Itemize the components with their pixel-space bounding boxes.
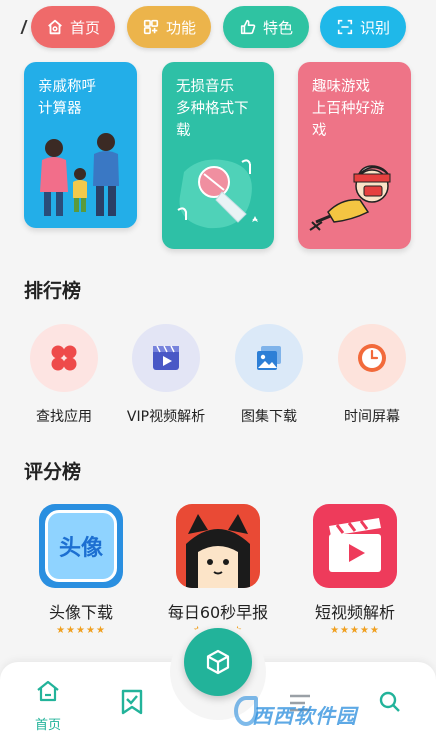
top-nav-scan-button[interactable]: 识别 xyxy=(320,6,406,48)
top-nav-scan-label: 识别 xyxy=(359,18,390,37)
avatar-download-icon-text: 头像 xyxy=(58,536,103,561)
bottom-nav-home-label: 首页 xyxy=(34,718,61,733)
card-relative-calculator[interactable]: 亲戚称呼 计算器 xyxy=(24,62,137,228)
top-nav-feature-label: 特色 xyxy=(262,18,293,37)
rank-label: 图集下载 xyxy=(241,409,297,425)
card-fun-games[interactable]: 趣味游戏 上百种好游 戏 xyxy=(298,62,411,249)
rating-stars: ★★★★★ xyxy=(56,625,106,636)
card-lossless-music[interactable]: 无损音乐 多种格式下 载 xyxy=(162,62,274,249)
rank-item-gallery-download[interactable]: 图集下载 xyxy=(219,324,319,426)
rating-app-daily-news[interactable]: 每日60秒早报 ★★★★★ xyxy=(163,504,273,636)
bottom-nav-home[interactable]: 首页 xyxy=(28,678,68,733)
card-text: 趣味游戏 上百种好游 戏 xyxy=(312,79,385,139)
top-nav-home-label: 首页 xyxy=(69,18,100,37)
rating-app-short-video[interactable]: 短视频解析 ★★★★★ xyxy=(300,504,410,636)
avatar-download-app-icon: 头像 xyxy=(39,504,123,588)
bookmark-check-icon xyxy=(121,689,143,715)
ranking-title: 排行榜 xyxy=(24,280,82,302)
cube-icon xyxy=(206,649,230,675)
home-icon xyxy=(48,19,62,35)
app-name: 头像下载 xyxy=(48,603,113,622)
rating-title: 评分榜 xyxy=(24,461,82,483)
rating-app-avatar-download[interactable]: 头像 头像下载 ★★★★★ xyxy=(26,504,136,636)
rating-stars: ★★★★★ xyxy=(330,625,380,636)
bottom-nav-bookmark[interactable] xyxy=(118,688,146,720)
grid-icon xyxy=(143,19,159,35)
daily-news-app-icon xyxy=(176,504,260,588)
bottom-nav-search[interactable] xyxy=(378,690,402,718)
clover-icon xyxy=(30,324,98,392)
top-nav-function-label: 功能 xyxy=(165,18,196,37)
thumbs-up-icon xyxy=(240,19,256,35)
search-icon xyxy=(379,691,400,712)
top-nav-home-button[interactable]: 首页 xyxy=(31,6,115,48)
home-icon xyxy=(37,680,59,702)
short-video-app-icon xyxy=(313,504,397,588)
gallery-icon xyxy=(235,324,303,392)
rank-item-vip-video[interactable]: VIP视频解析 xyxy=(116,324,216,426)
video-play-icon xyxy=(132,324,200,392)
rank-item-find-app[interactable]: 查找应用 xyxy=(14,324,114,426)
rank-label: VIP视频解析 xyxy=(126,409,206,425)
card-text: 无损音乐 多种格式下 载 xyxy=(176,79,249,139)
card-text: 亲戚称呼 计算器 xyxy=(38,79,96,117)
app-name: 每日60秒早报 xyxy=(167,603,269,622)
rank-item-time-screen[interactable]: 时间屏幕 xyxy=(322,324,422,426)
rank-label: 时间屏幕 xyxy=(344,409,400,425)
clock-icon xyxy=(338,324,406,392)
center-cube-button[interactable] xyxy=(184,628,252,696)
top-nav: 首页 功能 特色 识别 xyxy=(0,0,436,56)
watermark-text: 西西软件园 xyxy=(252,704,357,728)
app-name: 短视频解析 xyxy=(314,603,395,622)
top-nav-function-button[interactable]: 功能 xyxy=(127,6,211,48)
rank-label: 查找应用 xyxy=(36,409,92,425)
scan-icon xyxy=(337,19,353,35)
top-nav-feature-button[interactable]: 特色 xyxy=(223,6,309,48)
